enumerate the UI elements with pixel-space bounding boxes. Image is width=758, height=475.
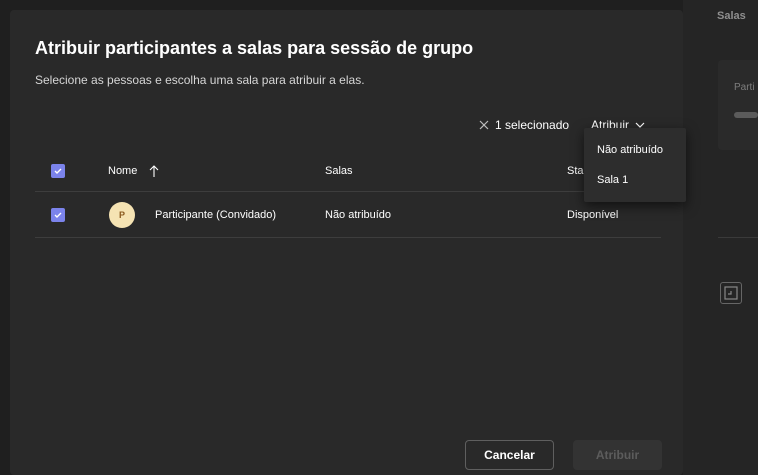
column-header-name[interactable]: Nome: [108, 164, 160, 178]
clear-selection-button[interactable]: 1 selecionado: [478, 118, 569, 132]
selected-count: 1 selecionado: [495, 118, 570, 132]
table-header-row: Nome Salas Sta: [35, 150, 661, 192]
select-all-checkbox[interactable]: [51, 163, 65, 178]
assign-participants-dialog: Atribuir participantes a salas para sess…: [10, 10, 683, 475]
assign-dropdown-menu: Não atribuído Sala 1: [584, 128, 686, 202]
column-header-status[interactable]: Sta: [567, 165, 584, 177]
column-header-name-label: Nome: [108, 164, 138, 177]
close-icon: [479, 120, 489, 130]
participant-name: Participante (Convidado): [155, 208, 277, 221]
column-header-rooms[interactable]: Salas: [325, 165, 353, 177]
participants-table: Nome Salas Sta P Participante (Convidado…: [35, 150, 661, 238]
participant-status: Disponível: [567, 208, 619, 221]
dialog-title: Atribuir participantes a salas para sess…: [35, 38, 474, 58]
check-icon: [54, 168, 62, 174]
side-panel-title: Salas: [717, 10, 746, 22]
side-panel-divider: [718, 237, 758, 238]
avatar: P: [109, 201, 135, 228]
cancel-button[interactable]: Cancelar: [465, 440, 554, 470]
side-panel-card-bar: [734, 112, 758, 118]
assign-button[interactable]: Atribuir: [573, 440, 662, 470]
table-row[interactable]: P Participante (Convidado) Não atribuído…: [35, 192, 661, 238]
side-panel-card-label: Parti: [734, 82, 755, 93]
row-checkbox[interactable]: [51, 207, 65, 222]
side-panel-card: [718, 60, 758, 150]
check-icon: [54, 212, 62, 218]
menu-item-unassigned[interactable]: Não atribuído: [597, 144, 663, 156]
menu-item-room-1[interactable]: Sala 1: [597, 174, 628, 186]
dialog-subtitle: Selecione as pessoas e escolha uma sala …: [35, 73, 365, 87]
sort-ascending-icon: [150, 164, 159, 177]
participant-room: Não atribuído: [325, 208, 392, 221]
room-icon[interactable]: [720, 282, 742, 304]
